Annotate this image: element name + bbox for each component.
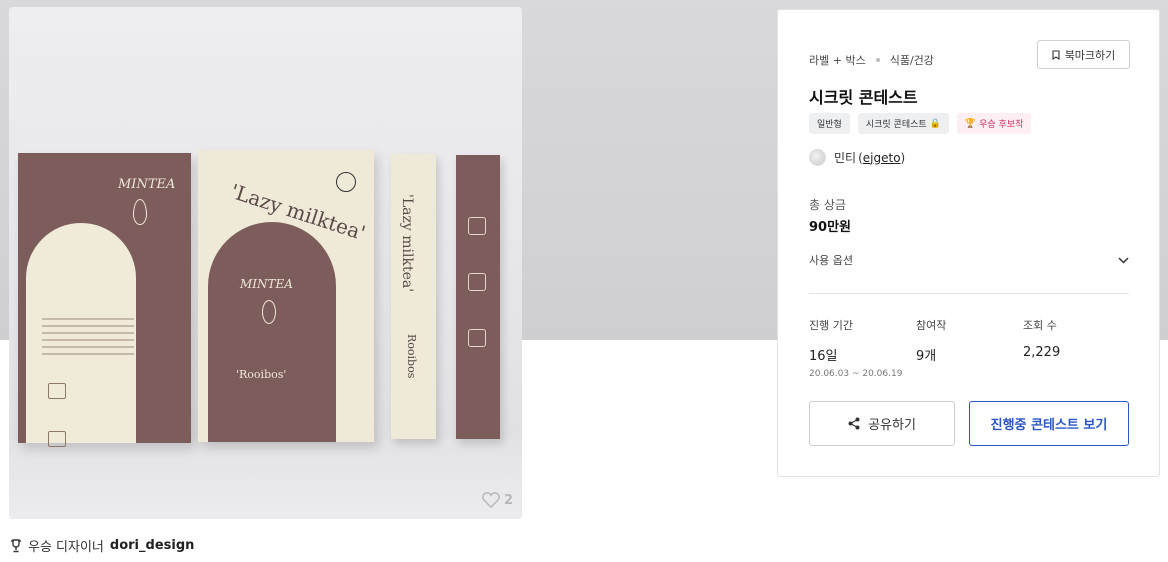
view-label: 진행중 콘테스트 보기 xyxy=(990,418,1108,433)
tag-label: 시크릿 콘테스트 xyxy=(865,120,927,130)
tag-label: 우승 후보작 xyxy=(979,120,1024,130)
product-image[interactable]: MINTEA 'Lazy milktea' MINTEA 'Rooibos' '… xyxy=(9,7,522,519)
tag-type: 일반형 xyxy=(809,113,850,134)
product-stick-cream: 'Lazy milktea' Rooibos xyxy=(391,154,436,439)
prize-label: 총 상금 xyxy=(809,198,846,212)
share-label: 공유하기 xyxy=(868,418,916,433)
stat-period: 진행 기간 16일 20.06.03 ~ 20.06.19 xyxy=(809,317,902,379)
contest-owner: 민티 (ejgeto) xyxy=(809,149,905,166)
leaf-icon xyxy=(262,300,276,324)
stick-title-lettering: 'Lazy milktea' xyxy=(399,194,415,293)
stat-label: 진행 기간 xyxy=(809,319,853,332)
face-icon xyxy=(336,172,356,192)
brand-logo: MINTEA xyxy=(118,177,176,192)
stat-views: 조회 수 2,229 xyxy=(1023,317,1060,360)
prize-value: 90만원 xyxy=(809,220,852,235)
contest-info-panel: 라벨 + 박스 식품/건강 북마크하기 시크릿 콘테스트 일반형 시크릿 콘테스… xyxy=(777,9,1160,477)
chevron-down-icon xyxy=(1118,256,1129,264)
trophy-icon: 🏆 xyxy=(964,118,977,129)
winner-designer: 우승 디자이너 dori_design xyxy=(10,536,194,555)
brand-logo: MINTEA xyxy=(240,277,293,291)
usage-options-label: 사용 옵션 xyxy=(809,254,853,267)
product-box-large: MINTEA xyxy=(18,153,191,447)
bookmark-icon xyxy=(1052,49,1060,60)
stat-entries: 참여작 9개 xyxy=(916,317,946,364)
avatar xyxy=(809,149,826,166)
stat-label: 참여작 xyxy=(916,319,947,332)
tag-list: 일반형 시크릿 콘테스트 🔒 🏆 우승 후보작 xyxy=(809,113,1032,134)
product-box-medium: 'Lazy milktea' MINTEA 'Rooibos' xyxy=(198,150,374,442)
stat-label: 조회 수 xyxy=(1023,319,1057,332)
breadcrumb-separator xyxy=(875,58,880,62)
trophy-icon xyxy=(11,538,21,552)
usage-options-toggle[interactable]: 사용 옵션 xyxy=(809,252,1129,268)
product-stick-brown xyxy=(456,155,500,439)
like-count: 2 xyxy=(503,492,513,508)
image-floor xyxy=(9,439,522,519)
step-icon xyxy=(468,329,486,347)
bookmark-label: 북마크하기 xyxy=(1064,48,1116,62)
designer-name[interactable]: dori_design xyxy=(110,538,194,553)
step-icon xyxy=(468,217,486,235)
step-icon xyxy=(468,273,486,291)
owner-id-wrap: (ejgeto) xyxy=(858,150,906,165)
lock-icon: 🔒 xyxy=(929,118,941,129)
divider xyxy=(809,293,1129,294)
like-button[interactable]: 2 xyxy=(482,492,513,508)
owner-name: 민티 xyxy=(834,151,857,165)
bookmark-button[interactable]: 북마크하기 xyxy=(1037,40,1130,69)
tag-winner-candidate: 🏆 우승 후보작 xyxy=(956,113,1032,134)
share-button[interactable]: 공유하기 xyxy=(809,401,955,446)
breadcrumb-subcategory[interactable]: 식품/건강 xyxy=(890,52,934,68)
box-arch-panel xyxy=(26,223,136,447)
cup-icon xyxy=(48,383,66,399)
stick-flavor-lettering: Rooibos xyxy=(405,334,418,379)
leaf-icon xyxy=(133,199,147,225)
breadcrumb: 라벨 + 박스 식품/건강 xyxy=(809,52,934,68)
breadcrumb-category[interactable]: 라벨 + 박스 xyxy=(809,52,866,68)
heart-icon xyxy=(482,492,500,508)
contest-title: 시크릿 콘테스트 xyxy=(809,88,918,107)
flavor-lettering: 'Rooibos' xyxy=(236,368,287,381)
box-arch-panel: MINTEA 'Rooibos' xyxy=(208,222,336,442)
box-text-lines xyxy=(42,313,134,360)
designer-prefix: 우승 디자이너 xyxy=(28,540,104,555)
stat-value: 16일 xyxy=(809,349,838,364)
owner-id-link[interactable]: ejgeto xyxy=(863,151,901,165)
stat-value: 2,229 xyxy=(1023,345,1061,360)
tag-secret: 시크릿 콘테스트 🔒 xyxy=(857,113,949,134)
share-icon xyxy=(848,417,860,430)
cup-icon xyxy=(48,431,66,447)
stat-date-range: 20.06.03 ~ 20.06.19 xyxy=(809,369,903,379)
tag-label: 일반형 xyxy=(817,120,842,130)
stat-value: 9개 xyxy=(916,349,937,364)
view-ongoing-contests-button[interactable]: 진행중 콘테스트 보기 xyxy=(969,401,1129,446)
